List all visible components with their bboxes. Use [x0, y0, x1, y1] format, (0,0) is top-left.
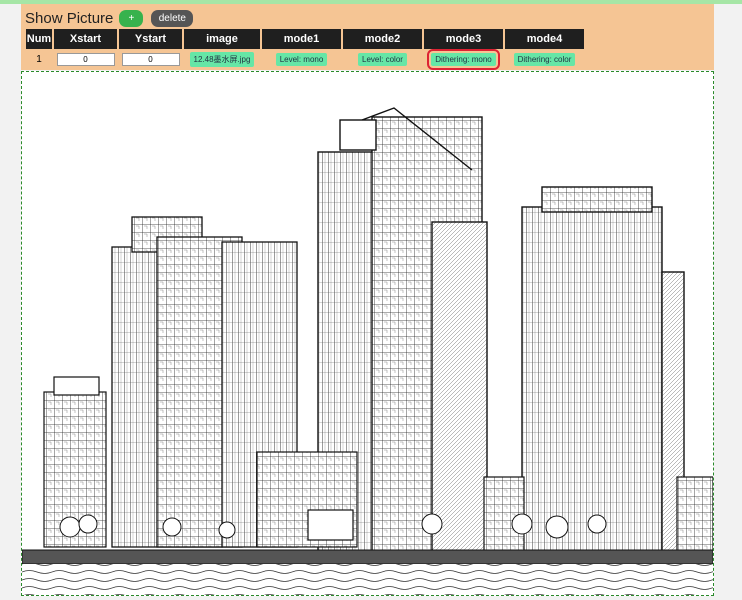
control-panel: Show Picture + delete Num Xstart Ystart …	[21, 4, 714, 70]
mid-low-building	[256, 451, 358, 548]
page-title: Show Picture	[25, 9, 114, 27]
picture-preview[interactable]	[21, 71, 714, 596]
column-header-xstart: Xstart	[54, 29, 117, 49]
xstart-input[interactable]: 0	[56, 52, 115, 66]
column-header-mode1: mode1	[262, 29, 341, 49]
table-header-row: Num Xstart Ystart image mode1 mode2 mode…	[26, 29, 584, 49]
column-header-num: Num	[26, 29, 52, 49]
city-sketch-image	[22, 72, 713, 595]
mode1-cell: Level: mono	[262, 49, 341, 69]
mode4-dithering-color-button[interactable]: Dithering: color	[513, 52, 576, 66]
table-row: 1 0 0 12.48墨水屏.jpg Level: mono Level: co…	[26, 48, 584, 70]
column-header-ystart: Ystart	[119, 29, 182, 49]
image-cell: 12.48墨水屏.jpg	[184, 49, 260, 69]
ystart-cell: 0	[119, 49, 182, 69]
column-header-mode3: mode3	[424, 29, 503, 49]
image-file-button[interactable]: 12.48墨水屏.jpg	[189, 51, 255, 67]
mode3-dithering-mono-button[interactable]: Dithering: mono	[427, 48, 500, 70]
mode3-cell: Dithering: mono	[424, 48, 503, 70]
column-header-mode2: mode2	[343, 29, 422, 49]
mode2-cell: Level: color	[343, 49, 422, 69]
water	[22, 564, 713, 595]
ystart-input[interactable]: 0	[121, 52, 180, 66]
xstart-cell: 0	[54, 49, 117, 69]
picture-table: Num Xstart Ystart image mode1 mode2 mode…	[24, 29, 586, 70]
row-num: 1	[26, 49, 52, 69]
mode2-level-color-button[interactable]: Level: color	[358, 52, 407, 66]
column-header-mode4: mode4	[505, 29, 584, 49]
embankment	[22, 549, 713, 565]
title-row: Show Picture + delete	[25, 7, 194, 29]
delete-button[interactable]: delete	[151, 9, 194, 27]
right-tower	[521, 186, 685, 553]
column-header-image: image	[184, 29, 260, 49]
mode4-cell: Dithering: color	[505, 49, 584, 69]
mode1-level-mono-button[interactable]: Level: mono	[275, 52, 328, 66]
add-button[interactable]: +	[119, 9, 144, 27]
